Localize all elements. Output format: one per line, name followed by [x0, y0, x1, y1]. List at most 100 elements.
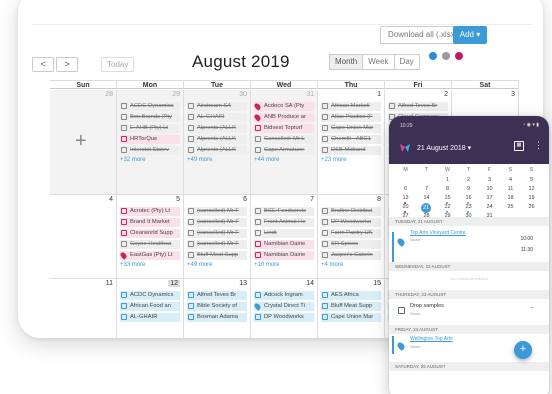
calendar-event[interactable]: AES Africa	[321, 291, 381, 300]
day-number[interactable]: 31	[306, 91, 314, 98]
mini-day[interactable]: 6	[395, 185, 416, 194]
calendar-event[interactable]: Cape Union Mar	[321, 313, 381, 322]
calendar-event[interactable]: Crystal Direct Ti	[254, 302, 314, 311]
calendar-event[interactable]: HRTorQue	[120, 135, 180, 144]
view-week-button[interactable]: Week	[362, 54, 395, 70]
calendar-event[interactable]: Adcock Ingram	[254, 291, 314, 300]
day-cell[interactable]: 15 AES Africa Bluff Meat Supp Cape Union Ma…	[318, 279, 385, 338]
calendar-event[interactable]: Brafine Distribut	[321, 207, 381, 216]
mini-day[interactable]: 1	[437, 176, 458, 185]
task-checkbox[interactable]	[398, 307, 405, 314]
more-events-link[interactable]: +44 more	[254, 157, 280, 163]
mini-day[interactable]: 2	[458, 176, 479, 185]
calendar-event[interactable]: DSB Midrand	[321, 146, 381, 155]
calendar-icon[interactable]: ▦	[514, 141, 524, 151]
calendar-event[interactable]: (cancelled) Mr F	[187, 207, 247, 216]
mini-day[interactable]: 7	[416, 185, 437, 194]
mobile-date-picker[interactable]: 21 August 2018 ▾	[417, 144, 471, 152]
day-number[interactable]: 11	[106, 280, 113, 287]
today-button[interactable]: Today	[101, 57, 135, 72]
day-cell[interactable]: 11	[50, 279, 117, 338]
mini-day[interactable]: 10	[479, 185, 500, 194]
calendar-event[interactable]: DP Woodworkn	[321, 218, 381, 227]
more-vertical-icon[interactable]: ⋮	[534, 141, 543, 150]
calendar-event[interactable]: ANB Produce ar	[254, 113, 314, 122]
calendar-event[interactable]: Brand It Market	[120, 218, 180, 227]
add-button[interactable]: Add ▾	[453, 26, 487, 44]
calendar-event[interactable]: Farm Pantry UK	[321, 229, 381, 238]
day-number[interactable]: 8	[377, 196, 381, 203]
more-events-link[interactable]: +32 more	[120, 157, 146, 163]
calendar-event[interactable]: Cancelled: Mr L	[254, 135, 314, 144]
mini-day[interactable]: 25	[500, 203, 521, 212]
calendar-event[interactable]: Cape Union Mar	[321, 124, 381, 133]
prev-month-button[interactable]: <	[32, 57, 54, 72]
day-number[interactable]: 2	[444, 91, 448, 98]
mini-day[interactable]: 11	[500, 185, 521, 194]
calendar-event[interactable]: ACDC Dynamics	[120, 291, 180, 300]
mini-day[interactable]: 23	[458, 203, 479, 213]
mini-day[interactable]: 9	[458, 185, 479, 194]
agenda-item-title[interactable]: Drop samples	[410, 303, 444, 309]
more-events-link[interactable]: +4 more	[321, 262, 343, 268]
day-cell[interactable]: 31 Acdoco SA (Pty ANB Produce ar Bidvest To…	[251, 90, 318, 195]
day-cell[interactable]: 1 African Marketi Atlas Plastics (F Cape Un…	[318, 90, 385, 195]
more-events-link[interactable]: +33 more	[120, 262, 146, 268]
day-cell[interactable]: 6 (cancelled) Mr F (cancelled) Mr F (cancel…	[184, 195, 251, 279]
calendar-event[interactable]: AL-GHAIR	[187, 113, 247, 122]
calendar-event[interactable]: Bos Brands (Pty	[120, 113, 180, 122]
calendar-event[interactable]: Airstream SA	[187, 102, 247, 111]
mini-day[interactable]: 24	[479, 203, 500, 212]
view-month-button[interactable]: Month	[329, 54, 364, 70]
view-day-button[interactable]: Day	[393, 54, 420, 70]
calendar-event[interactable]: Cape Armature:	[254, 146, 314, 155]
next-month-button[interactable]: >	[56, 57, 78, 72]
calendar-event[interactable]: (cancelled) Mr F	[187, 218, 247, 227]
mini-day[interactable]: 16	[458, 194, 479, 204]
day-number[interactable]: 1	[377, 91, 381, 98]
color-dot-blue[interactable]	[429, 52, 437, 60]
calendar-event[interactable]: (cancelled) Mr F	[187, 240, 247, 249]
mini-day[interactable]: 4	[500, 176, 521, 185]
day-cell[interactable]: 8 Brafine Distribut DP Woodworkn Farm Pantr…	[318, 195, 385, 279]
mini-day[interactable]: 18	[500, 194, 521, 203]
mini-day[interactable]: 19	[521, 194, 542, 203]
calendar-event[interactable]: Bosman Adama	[187, 313, 247, 322]
calendar-event[interactable]: Interstat Statev	[120, 146, 180, 155]
add-event-fab[interactable]: +	[514, 341, 532, 359]
calendar-event[interactable]: Alprents (ALLK	[187, 135, 247, 144]
day-cell[interactable]: 14 Adcock Ingram Crystal Direct Ti DP Woodw…	[251, 279, 318, 338]
calendar-event[interactable]: (cancelled) Mr F	[187, 229, 247, 238]
mini-day[interactable]: 13	[395, 194, 416, 204]
day-number[interactable]: 13	[239, 280, 247, 287]
calendar-event[interactable]: Alprents (ALLK	[187, 124, 247, 133]
mini-day[interactable]: 26	[521, 203, 542, 212]
mini-day[interactable]: 12	[521, 185, 542, 194]
calendar-event[interactable]: Bible Society of	[187, 302, 247, 311]
agenda-item[interactable]: Drop samples Stone –	[389, 299, 549, 323]
day-number[interactable]: 12	[168, 280, 180, 287]
calendar-event[interactable]: ACDC Dynamics	[120, 102, 180, 111]
calendar-event[interactable]: AL-GHAIR	[120, 313, 180, 322]
calendar-event[interactable]: Chemfit - ABC1	[321, 135, 381, 144]
calendar-event[interactable]: Alfred Teves Br	[388, 102, 448, 111]
agenda-item-title[interactable]: Top Arts Vineyard Centre	[410, 230, 466, 236]
day-cell[interactable]: 12 ACDC Dynamics African Food an AL-GHAIR	[117, 279, 184, 338]
day-number[interactable]: 6	[243, 196, 247, 203]
calendar-event[interactable]: Lindt	[254, 229, 314, 238]
more-events-link[interactable]: +49 more	[187, 262, 213, 268]
mini-day[interactable]: 17	[479, 194, 500, 203]
calendar-event[interactable]: Atlas Plastics (F	[321, 113, 381, 122]
calendar-event[interactable]: Coyne Healthca	[120, 240, 180, 249]
calendar-event[interactable]: EastGas (Pty) Lt	[120, 251, 180, 260]
mini-day[interactable]: 20	[395, 203, 416, 213]
calendar-event[interactable]: BCE Foodservic	[254, 207, 314, 216]
plus-icon[interactable]: +	[75, 130, 87, 153]
day-cell[interactable]: 13 Alfred Teves Br Bible Society of Bosman …	[184, 279, 251, 338]
mini-day[interactable]: 5	[521, 176, 542, 185]
calendar-event[interactable]: Namibian Dairie	[254, 251, 314, 260]
calendar-event[interactable]: Acdoco SA (Pty	[254, 102, 314, 111]
calendar-event[interactable]: Alfred Teves Br	[187, 291, 247, 300]
day-number[interactable]: 3	[511, 91, 515, 98]
day-number[interactable]: 4	[109, 196, 113, 203]
